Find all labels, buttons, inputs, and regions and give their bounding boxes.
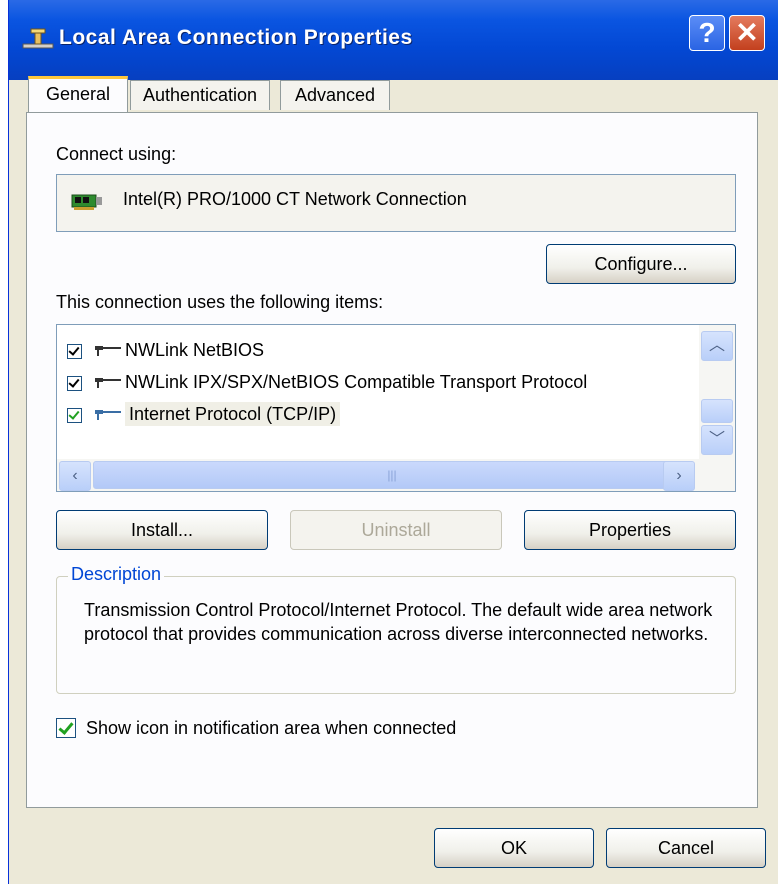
scroll-up-arrow[interactable]: ︿ (701, 331, 733, 361)
ok-button[interactable]: OK (434, 828, 594, 868)
protocol-icon (95, 346, 122, 357)
item-checkbox[interactable] (67, 407, 82, 423)
list-item[interactable]: NWLink IPX/SPX/NetBIOS Compatible Transp… (67, 367, 587, 397)
tab-authentication[interactable]: Authentication (130, 80, 270, 110)
configure-button[interactable]: Configure... (546, 244, 736, 284)
item-label: NWLink IPX/SPX/NetBIOS Compatible Transp… (125, 372, 588, 392)
horizontal-scrollbar[interactable]: ‹ ||| › (57, 459, 735, 491)
uninstall-button[interactable]: Uninstall (290, 510, 502, 550)
protocol-icon (95, 378, 122, 389)
tab-advanced-label: Advanced (294, 85, 376, 105)
network-connection-icon (22, 28, 54, 49)
item-checkbox[interactable] (67, 343, 82, 359)
tab-general[interactable]: General (28, 76, 128, 112)
help-button[interactable]: ? (689, 15, 725, 51)
properties-button[interactable]: Properties (524, 510, 736, 550)
show-icon-checkbox[interactable] (56, 718, 76, 738)
adapter-box: Intel(R) PRO/1000 CT Network Connection (56, 174, 736, 232)
scroll-left-arrow[interactable]: ‹ (59, 461, 91, 491)
scroll-right-arrow[interactable]: › (663, 461, 695, 491)
tab-advanced[interactable]: Advanced (280, 80, 390, 110)
item-checkbox[interactable] (67, 375, 82, 391)
list-item[interactable]: NWLink NetBIOS (67, 335, 264, 365)
adapter-name: Intel(R) PRO/1000 CT Network Connection (123, 189, 467, 209)
vertical-scrollbar[interactable]: ︿ ﹀ (699, 325, 735, 459)
scroll-thumb-vertical[interactable] (701, 399, 733, 423)
close-button[interactable]: ✕ (729, 15, 765, 51)
components-list[interactable]: NWLink NetBIOS NWLink IPX/SPX/NetBIOS Co… (56, 324, 736, 492)
protocol-icon (95, 410, 122, 421)
item-label: Internet Protocol (TCP/IP) (125, 402, 341, 426)
tab-authentication-label: Authentication (142, 85, 258, 105)
tab-general-label: General (45, 84, 111, 104)
description-text: Transmission Control Protocol/Internet P… (84, 600, 713, 644)
list-item-selected[interactable]: Internet Protocol (TCP/IP) (67, 399, 341, 429)
connect-using-label: Connect using: (56, 144, 177, 164)
window-title: Local Area Connection Properties (59, 26, 413, 49)
items-label: This connection uses the following items… (56, 292, 384, 312)
scroll-thumb-horizontal[interactable]: ||| (93, 461, 691, 489)
network-card-icon (71, 194, 102, 210)
install-button[interactable]: Install... (56, 510, 268, 550)
item-label: NWLink NetBIOS (125, 340, 265, 360)
cancel-button[interactable]: Cancel (606, 828, 766, 868)
scroll-down-arrow[interactable]: ﹀ (701, 425, 733, 455)
description-title: Description (68, 564, 165, 585)
title-bar[interactable]: Local Area Connection Properties ? ✕ (9, 0, 778, 80)
show-icon-label: Show icon in notification area when conn… (86, 718, 457, 738)
